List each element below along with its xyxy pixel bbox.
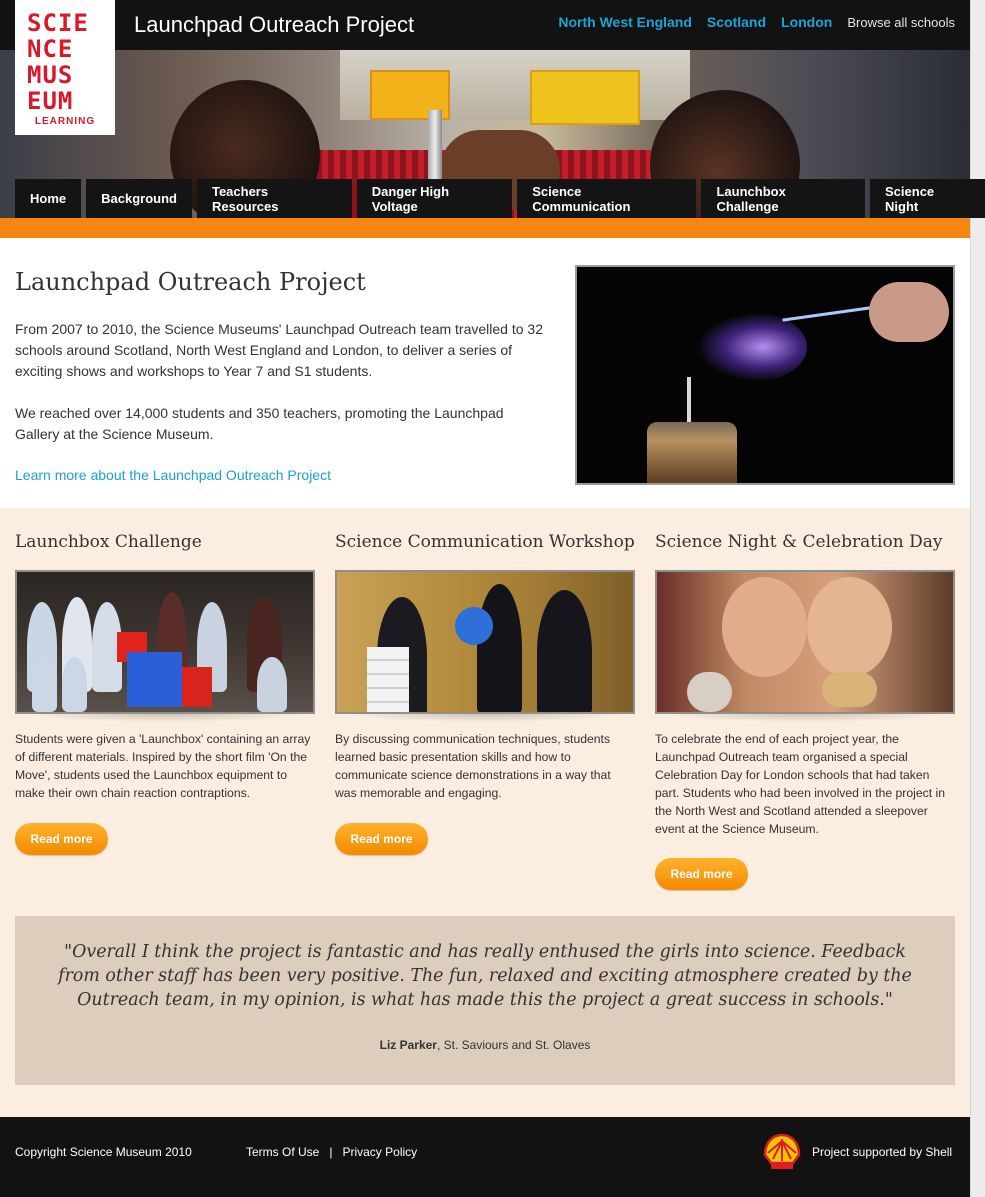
feature-photo[interactable]: [335, 570, 635, 714]
nav-tab-launchbox-challenge[interactable]: Launchbox Challenge: [701, 179, 866, 218]
photo-student: [62, 657, 87, 712]
read-more-button[interactable]: Read more: [335, 823, 428, 855]
nav-tab-background[interactable]: Background: [86, 179, 192, 218]
testimonial-author: Liz Parker: [379, 1038, 437, 1052]
photo-food: [687, 672, 732, 712]
browse-all-schools-link[interactable]: Browse all schools: [847, 15, 955, 30]
orange-divider: [0, 218, 970, 238]
science-museum-logo[interactable]: SCIE NCE MUS EUM LEARNING: [15, 0, 115, 135]
feature-photo[interactable]: [15, 570, 315, 714]
testimonial-box: "Overall I think the project is fantasti…: [15, 916, 955, 1085]
logo-line: SCIE: [27, 9, 89, 37]
link-separator: |: [329, 1145, 333, 1159]
feature-description: By discussing communication techniques, …: [335, 732, 611, 800]
photo-shadow: [25, 714, 305, 722]
photo-student: [722, 577, 807, 677]
feature-title: Science Night & Celebration Day: [655, 532, 943, 552]
photo-student: [477, 584, 522, 712]
feature-title: Science Communication Workshop: [335, 532, 635, 552]
photo-shadow: [665, 714, 945, 722]
nav-tab-science-communication[interactable]: Science Communication: [517, 179, 697, 218]
intro-paragraph: We reached over 14,000 students and 350 …: [15, 405, 504, 442]
coil-probe: [687, 377, 691, 422]
read-more-button[interactable]: Read more: [655, 858, 748, 890]
privacy-policy-link[interactable]: Privacy Policy: [342, 1145, 417, 1159]
nav-tab-home[interactable]: Home: [15, 179, 82, 224]
photo-cups: [367, 647, 409, 712]
top-bar: Launchpad Outreach Project North West En…: [0, 0, 970, 50]
photo-student: [537, 590, 592, 712]
photo-student: [257, 657, 287, 712]
features-section: Launchbox Challenge Students were given …: [0, 508, 970, 1118]
region-nav: North West England Scotland London Brows…: [558, 14, 955, 30]
region-link-north-west-england[interactable]: North West England: [558, 14, 692, 30]
feature-description: To celebrate the end of each project yea…: [655, 732, 945, 836]
testimonial-affiliation: , St. Saviours and St. Olaves: [436, 1038, 591, 1052]
photo-food: [822, 672, 877, 707]
photo-box: [182, 667, 212, 707]
nav-tab-science-night[interactable]: Science Night: [870, 179, 985, 218]
photo-student: [807, 577, 892, 677]
terms-of-use-link[interactable]: Terms Of Use: [246, 1145, 319, 1159]
footer-links: Terms Of Use | Privacy Policy: [246, 1145, 417, 1159]
footer: Copyright Science Museum 2010 Terms Of U…: [0, 1117, 970, 1197]
shell-support-text: Project supported by Shell: [812, 1145, 953, 1159]
photo-ball: [455, 607, 493, 645]
nav-tab-danger-high-voltage[interactable]: Danger High Voltage: [356, 179, 513, 218]
logo-subtitle: LEARNING: [34, 116, 96, 127]
hero-equipment: [530, 70, 640, 125]
testimonial-attribution: Liz Parker, St. Saviours and St. Olaves: [15, 1038, 955, 1052]
main-nav: Home Background Teachers Resources Dange…: [15, 179, 985, 224]
intro-paragraph: From 2007 to 2010, the Science Museums' …: [15, 321, 543, 379]
nav-tab-teachers-resources[interactable]: Teachers Resources: [196, 179, 352, 218]
photo-student: [32, 657, 57, 712]
photo-box: [127, 652, 182, 707]
testimonial-text: "Overall I think the project is fantasti…: [58, 942, 912, 1010]
read-more-button[interactable]: Read more: [15, 823, 108, 855]
shell-logo-icon: [763, 1133, 801, 1169]
feature-description: Students were given a 'Launchbox' contai…: [15, 732, 311, 800]
logo-line: EUM: [27, 87, 74, 115]
intro-section: Launchpad Outreach Project From 2007 to …: [0, 238, 970, 508]
plasma-spark: [697, 312, 807, 382]
region-link-scotland[interactable]: Scotland: [707, 14, 766, 30]
hand: [869, 282, 949, 342]
feature-photo[interactable]: [655, 570, 955, 714]
feature-title: Launchbox Challenge: [15, 532, 202, 552]
logo-line: MUS: [27, 61, 74, 89]
tesla-coil-photo: [575, 265, 955, 485]
learn-more-link[interactable]: Learn more about the Launchpad Outreach …: [15, 467, 331, 483]
site-title: Launchpad Outreach Project: [134, 12, 415, 37]
photo-shadow: [345, 714, 625, 722]
intro-title: Launchpad Outreach Project: [15, 268, 366, 296]
logo-line: NCE: [27, 35, 74, 63]
copyright-text: Copyright Science Museum 2010: [15, 1145, 192, 1159]
region-link-london[interactable]: London: [781, 14, 832, 30]
tesla-coil: [647, 422, 737, 483]
